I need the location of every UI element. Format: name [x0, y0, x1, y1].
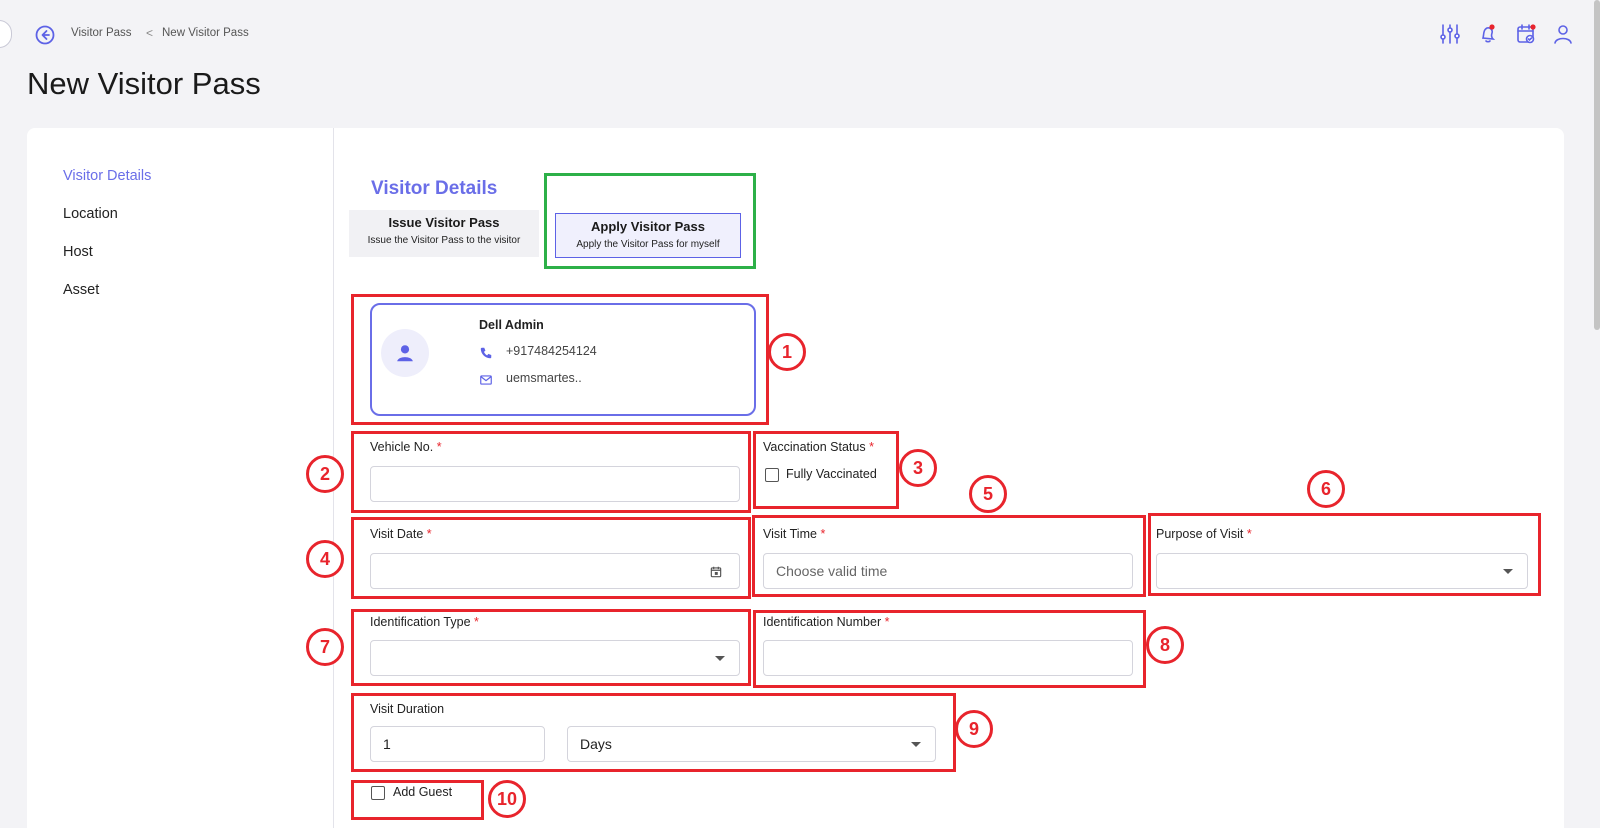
sidebar-item-host[interactable]: Host	[63, 244, 93, 260]
annotation-number-10: 10	[488, 780, 526, 818]
annotation-box-6	[1148, 513, 1541, 596]
annotation-number-6: 6	[1307, 470, 1345, 508]
scrollbar-thumb[interactable]	[1594, 0, 1600, 330]
user-profile-icon[interactable]	[1551, 22, 1575, 46]
sidebar-item-asset[interactable]: Asset	[63, 282, 99, 298]
annotation-box-8	[753, 610, 1146, 688]
annotation-number-3: 3	[899, 449, 937, 487]
side-panel-toggle[interactable]	[0, 20, 12, 48]
annotation-box-4	[351, 517, 751, 599]
annotation-number-1: 1	[768, 333, 806, 371]
issue-option-subtitle: Issue the Visitor Pass to the visitor	[367, 235, 521, 246]
sidebar-item-visitor-details[interactable]: Visitor Details	[63, 168, 151, 184]
annotation-box-1	[351, 294, 769, 425]
annotation-box-3	[753, 431, 899, 509]
annotation-green-box	[544, 173, 756, 269]
notification-bell-icon[interactable]	[1476, 22, 1500, 46]
breadcrumb-current: New Visitor Pass	[162, 27, 249, 39]
annotation-box-2	[351, 431, 751, 513]
issue-option-title: Issue Visitor Pass	[388, 215, 500, 230]
annotation-box-5	[752, 515, 1146, 597]
annotation-number-5: 5	[969, 475, 1007, 513]
annotation-number-2: 2	[306, 455, 344, 493]
annotation-number-8: 8	[1146, 626, 1184, 664]
breadcrumb-parent[interactable]: Visitor Pass	[71, 27, 132, 39]
sidebar-item-location[interactable]: Location	[63, 206, 118, 222]
page-title: New Visitor Pass	[27, 66, 261, 101]
back-arrow-icon[interactable]	[34, 24, 56, 46]
annotation-number-4: 4	[306, 540, 344, 578]
calendar-check-icon[interactable]	[1514, 22, 1538, 46]
breadcrumb-separator: <	[146, 26, 154, 40]
annotation-number-9: 9	[955, 710, 993, 748]
annotation-box-7	[351, 609, 751, 686]
issue-visitor-pass-option[interactable]: Issue Visitor Pass Issue the Visitor Pas…	[349, 210, 539, 257]
section-title: Visitor Details	[371, 178, 498, 199]
sliders-icon[interactable]	[1438, 22, 1462, 46]
annotation-box-9	[351, 693, 956, 772]
annotation-box-10	[351, 780, 484, 820]
annotation-number-7: 7	[306, 628, 344, 666]
